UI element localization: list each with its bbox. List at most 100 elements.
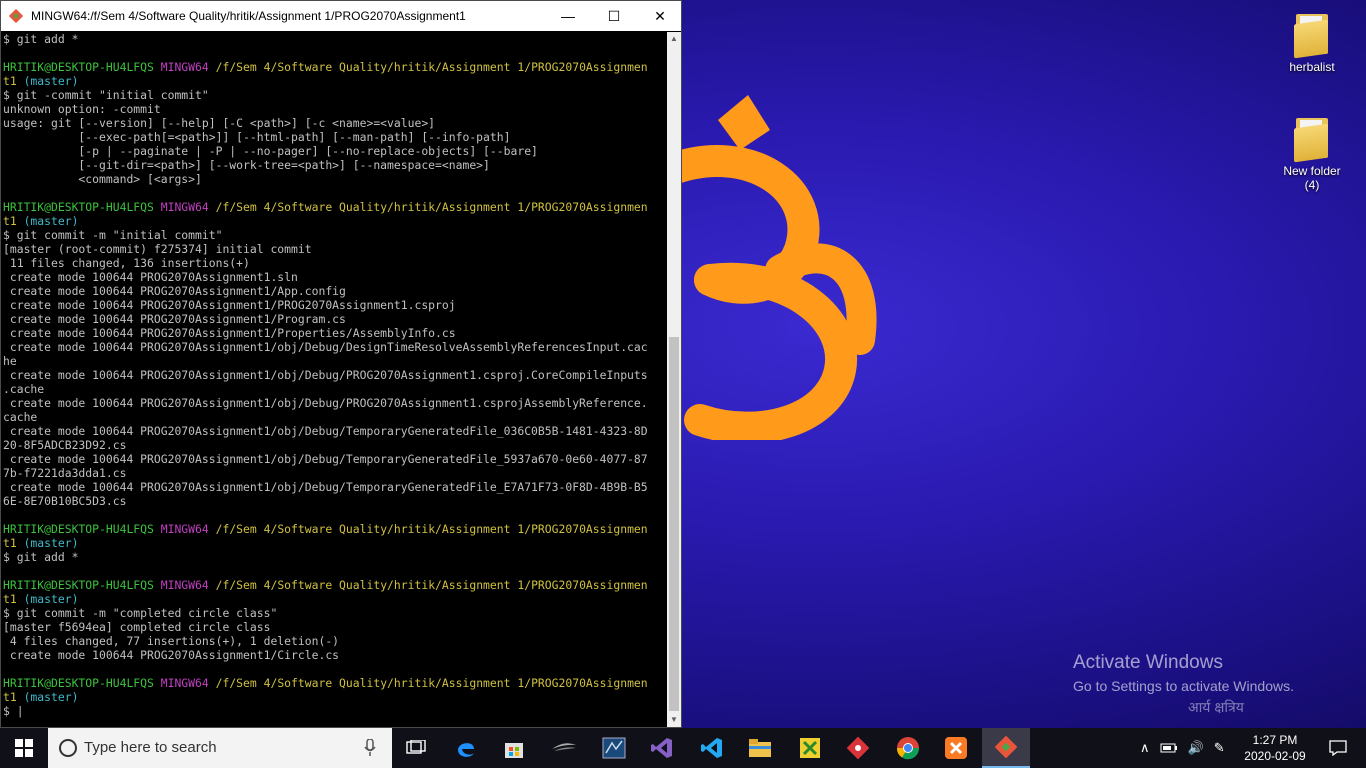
eclipse-icon[interactable] <box>540 728 588 768</box>
git-bash-icon <box>9 9 23 23</box>
start-button[interactable] <box>0 728 48 768</box>
terminal-text: /f/Sem 4/Software Quality/hritik/Assignm… <box>215 200 648 214</box>
window-title: MINGW64:/f/Sem 4/Software Quality/hritik… <box>31 9 466 23</box>
terminal-line: .cache <box>3 382 667 396</box>
terminal-line: $ git commit -m "completed circle class" <box>3 606 667 620</box>
terminal-line: <command> [<args>] <box>3 172 667 186</box>
search-placeholder: Type here to search <box>84 739 217 756</box>
scrollbar-thumb[interactable] <box>669 337 679 711</box>
terminal-text: HRITIK@DESKTOP-HU4LFQS <box>3 522 161 536</box>
show-hidden-icons-icon[interactable]: ∧ <box>1140 740 1150 756</box>
terminal-text: t1 <box>3 74 17 88</box>
minimize-button[interactable]: — <box>545 1 591 31</box>
terminal-text: $ git -commit "initial commit" <box>3 88 209 102</box>
activate-windows-notice: Activate Windows Go to Settings to activ… <box>1073 652 1294 694</box>
vscode-icon[interactable] <box>688 728 736 768</box>
terminal-line: HRITIK@DESKTOP-HU4LFQS MINGW64 /f/Sem 4/… <box>3 522 667 536</box>
search-box[interactable]: Type here to search <box>48 728 392 768</box>
terminal-text: (master) <box>16 74 79 88</box>
app-manager-icon[interactable] <box>786 728 834 768</box>
scroll-up-icon[interactable]: ▲ <box>667 32 681 46</box>
xampp-icon[interactable] <box>932 728 980 768</box>
terminal-text: 7b-f7221da3dda1.cs <box>3 466 127 480</box>
terminal-text: 20-8F5ADCB23D92.cs <box>3 438 127 452</box>
close-button[interactable]: ✕ <box>637 1 683 31</box>
terminal-line: $ git commit -m "initial commit" <box>3 228 667 242</box>
terminal-text: cache <box>3 410 38 424</box>
wallpaper-watermark: आर्य क्षत्रिय <box>1188 699 1244 715</box>
volume-icon[interactable]: 🔊 <box>1188 740 1204 756</box>
terminal-line: create mode 100644 PROG2070Assignment1/o… <box>3 452 667 466</box>
terminal-output[interactable]: $ git add * HRITIK@DESKTOP-HU4LFQS MINGW6… <box>3 32 667 726</box>
terminal-text: create mode 100644 PROG2070Assignment1.s… <box>3 270 298 284</box>
terminal-text: create mode 100644 PROG2070Assignment1/o… <box>3 424 648 438</box>
terminal-line: 20-8F5ADCB23D92.cs <box>3 438 667 452</box>
terminal-line: [-p | --paginate | -P | --no-pager] [--n… <box>3 144 667 158</box>
terminal-line: create mode 100644 PROG2070Assignment1/A… <box>3 284 667 298</box>
desktop-icon-new-folder-4[interactable]: New folder (4) <box>1272 116 1352 192</box>
terminal-text: t1 <box>3 592 17 606</box>
terminal-line: create mode 100644 PROG2070Assignment1/P… <box>3 326 667 340</box>
terminal-text: MINGW64 <box>160 522 216 536</box>
action-center-icon[interactable] <box>1318 728 1358 768</box>
terminal-text: create mode 100644 PROG2070Assignment1/P… <box>3 326 456 340</box>
terminal-text: (master) <box>16 592 79 606</box>
terminal-line: HRITIK@DESKTOP-HU4LFQS MINGW64 /f/Sem 4/… <box>3 60 667 74</box>
terminal-line: unknown option: -commit <box>3 102 667 116</box>
terminal-line: create mode 100644 PROG2070Assignment1/o… <box>3 368 667 382</box>
desktop-icon-herbalist[interactable]: herbalist <box>1272 12 1352 74</box>
terminal-line: HRITIK@DESKTOP-HU4LFQS MINGW64 /f/Sem 4/… <box>3 200 667 214</box>
terminal-line: t1 (master) <box>3 536 667 550</box>
battery-icon[interactable] <box>1160 742 1178 754</box>
terminal-text: create mode 100644 PROG2070Assignment1/o… <box>3 368 648 382</box>
terminal-line: create mode 100644 PROG2070Assignment1/o… <box>3 340 667 354</box>
terminal-window[interactable]: MINGW64:/f/Sem 4/Software Quality/hritik… <box>0 0 682 728</box>
terminal-line: 7b-f7221da3dda1.cs <box>3 466 667 480</box>
taskbar: Type here to search ∧ 🔊 ✎ 1:27 PM 2020-0… <box>0 728 1366 768</box>
store-icon[interactable] <box>490 728 538 768</box>
file-explorer-icon[interactable] <box>736 728 784 768</box>
terminal-line: [--git-dir=<path>] [--work-tree=<path>] … <box>3 158 667 172</box>
clock[interactable]: 1:27 PM 2020-02-09 <box>1244 732 1306 764</box>
terminal-text: (master) <box>16 214 79 228</box>
terminal-text: MINGW64 <box>160 200 216 214</box>
title-bar[interactable]: MINGW64:/f/Sem 4/Software Quality/hritik… <box>1 1 681 31</box>
terminal-line: usage: git [--version] [--help] [-C <pat… <box>3 116 667 130</box>
terminal-text: 6E-8E70B10BC5D3.cs <box>3 494 127 508</box>
pen-icon[interactable]: ✎ <box>1214 740 1225 756</box>
task-view-icon[interactable] <box>392 728 440 768</box>
terminal-line: 4 files changed, 77 insertions(+), 1 del… <box>3 634 667 648</box>
microphone-icon[interactable] <box>364 739 376 757</box>
visual-studio-icon[interactable] <box>638 728 686 768</box>
scroll-down-icon[interactable]: ▼ <box>667 713 681 727</box>
terminal-text: usage: git [--version] [--help] [-C <pat… <box>3 116 436 130</box>
scrollbar[interactable]: ▲ ▼ <box>667 32 681 727</box>
terminal-line: cache <box>3 410 667 424</box>
git-bash-taskbar-icon[interactable] <box>982 728 1030 768</box>
chrome-icon[interactable] <box>884 728 932 768</box>
terminal-text: create mode 100644 PROG2070Assignment1/C… <box>3 648 340 662</box>
sql-server-icon[interactable] <box>590 728 638 768</box>
terminal-text: $ git add * <box>3 32 79 46</box>
terminal-line: t1 (master) <box>3 74 667 88</box>
terminal-line: $ git add * <box>3 32 667 46</box>
terminal-line: create mode 100644 PROG2070Assignment1/P… <box>3 312 667 326</box>
edge-icon[interactable] <box>442 728 490 768</box>
maximize-button[interactable]: ☐ <box>591 1 637 31</box>
windows-logo-icon <box>15 739 33 757</box>
terminal-text: t1 <box>3 690 17 704</box>
terminal-text: [-p | --paginate | -P | --no-pager] [--n… <box>3 144 538 158</box>
terminal-text: .cache <box>3 382 45 396</box>
terminal-line: he <box>3 354 667 368</box>
git-extensions-icon[interactable] <box>834 728 882 768</box>
terminal-line: $ git add * <box>3 550 667 564</box>
terminal-line: $ | <box>3 704 667 718</box>
clock-time: 1:27 PM <box>1252 733 1298 747</box>
terminal-text: create mode 100644 PROG2070Assignment1/P… <box>3 298 456 312</box>
terminal-line: $ git -commit "initial commit" <box>3 88 667 102</box>
terminal-text: [master f5694ea] completed circle class <box>3 620 271 634</box>
terminal-text: MINGW64 <box>160 676 216 690</box>
terminal-text: $ git add * <box>3 550 79 564</box>
terminal-text: (master) <box>16 536 79 550</box>
